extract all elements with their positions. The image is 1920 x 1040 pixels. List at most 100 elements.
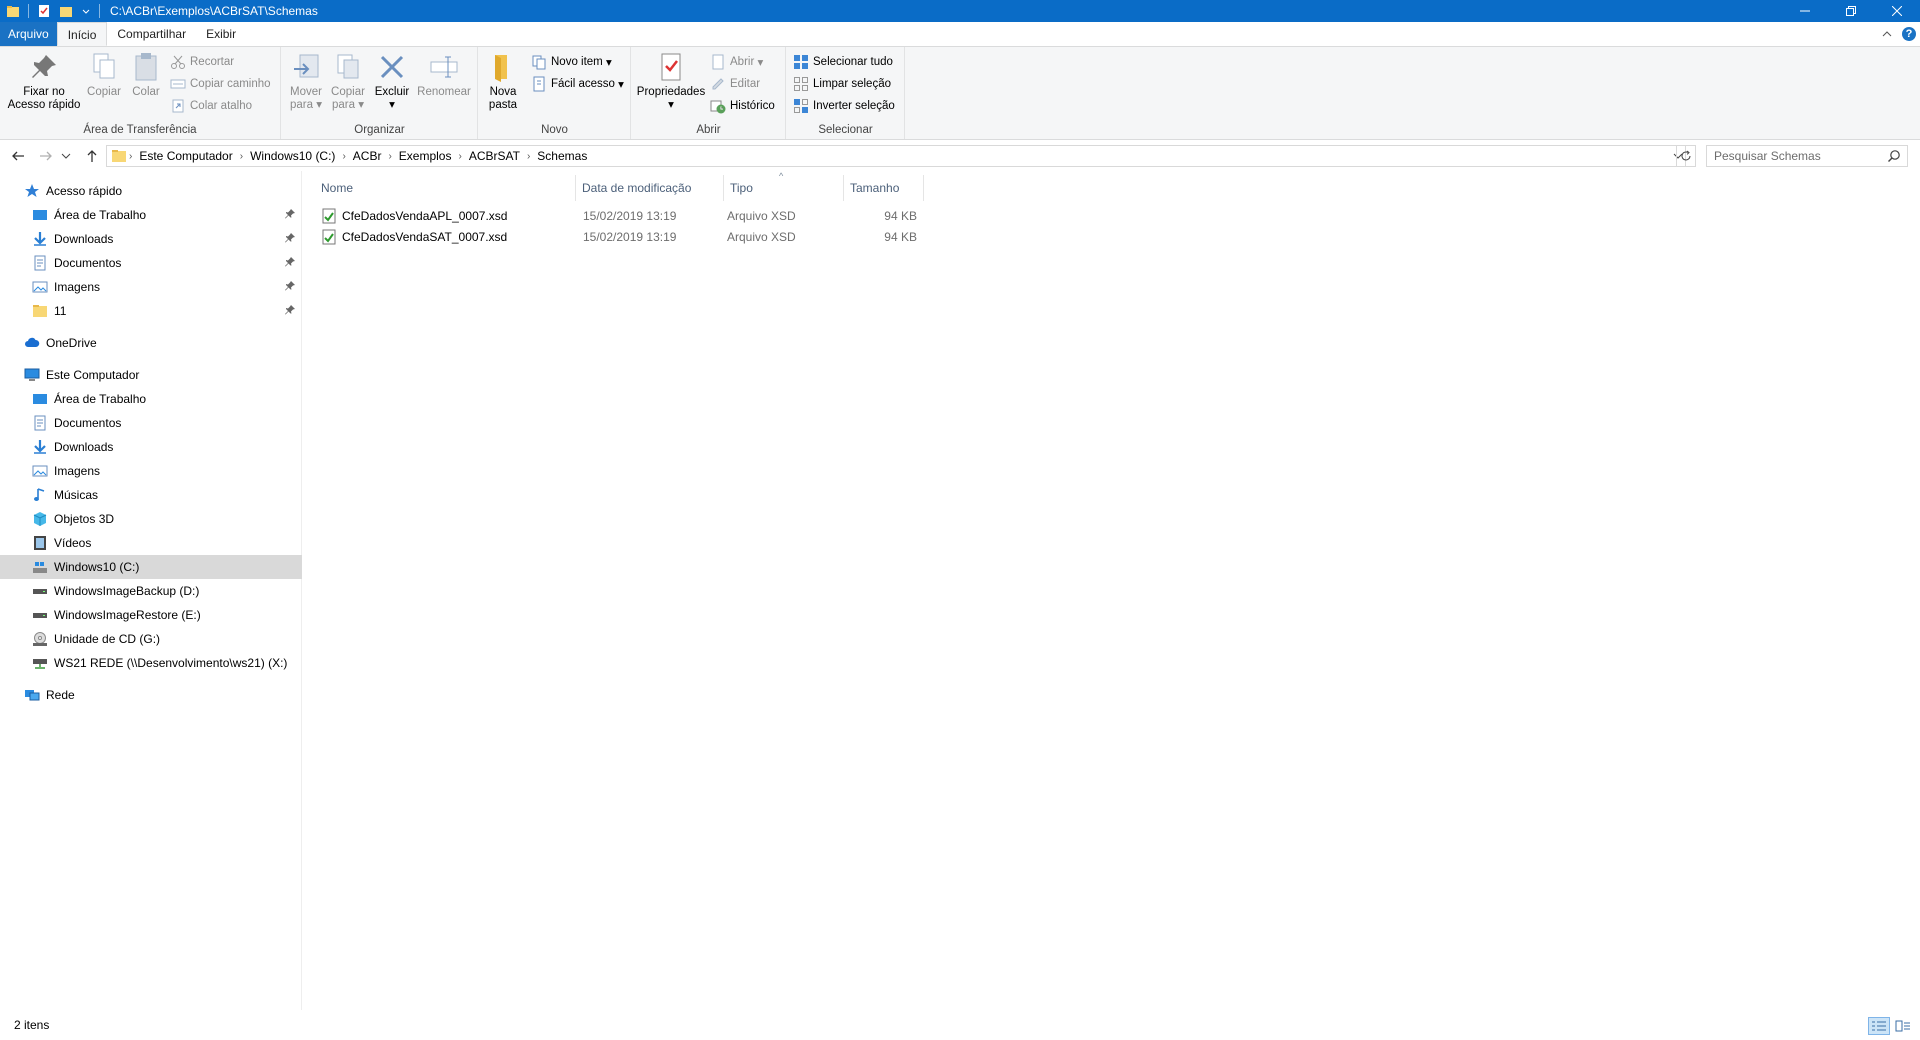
- history-button[interactable]: Histórico: [710, 96, 775, 116]
- tree-pc-downloads[interactable]: Downloads: [0, 435, 302, 459]
- paste-label: Colar: [132, 86, 160, 98]
- breadcrumb-drive-c[interactable]: Windows10 (C:): [245, 149, 340, 163]
- breadcrumb-acbrsat[interactable]: ACBrSAT: [464, 149, 525, 163]
- tree-quick-folder-11[interactable]: 11: [0, 299, 302, 323]
- tree-network[interactable]: Rede: [0, 683, 302, 707]
- pin-icon: [32, 55, 56, 78]
- pin-label-2: Acesso rápido: [7, 99, 81, 111]
- tree-pc-music[interactable]: Músicas: [0, 483, 302, 507]
- forward-button[interactable]: [36, 146, 56, 166]
- breadcrumb-chevron-icon[interactable]: ›: [127, 151, 134, 162]
- file-row[interactable]: CfeDadosVendaSAT_0007.xsd 15/02/2019 13:…: [317, 227, 1217, 247]
- search-input[interactable]: Pesquisar Schemas: [1706, 145, 1908, 167]
- close-button[interactable]: [1874, 0, 1920, 22]
- breadcrumb-chevron-icon[interactable]: ›: [456, 151, 463, 162]
- delete-button[interactable]: Excluir ▾: [372, 51, 412, 112]
- tree-pc-desktop[interactable]: Área de Trabalho: [0, 387, 302, 411]
- properties-dropdown-icon[interactable]: ▾: [668, 99, 674, 112]
- copy-path-button[interactable]: Copiar caminho: [170, 74, 271, 94]
- file-row[interactable]: CfeDadosVendaAPL_0007.xsd 15/02/2019 13:…: [317, 206, 1217, 226]
- edit-button[interactable]: Editar: [710, 74, 760, 94]
- column-header-type[interactable]: Tipo: [724, 175, 844, 201]
- tree-pc-drive-d[interactable]: WindowsImageBackup (D:): [0, 579, 302, 603]
- tree-quick-desktop[interactable]: Área de Trabalho: [0, 203, 302, 227]
- minimize-button[interactable]: [1782, 0, 1828, 22]
- copy-icon: [93, 53, 115, 79]
- customize-toolbar-chevron-icon[interactable]: [81, 4, 91, 18]
- address-bar[interactable]: › Este Computador › Windows10 (C:) › ACB…: [106, 145, 1686, 167]
- up-button[interactable]: [82, 146, 102, 166]
- breadcrumb-acbr[interactable]: ACBr: [348, 149, 387, 163]
- breadcrumb-chevron-icon[interactable]: ›: [525, 151, 532, 162]
- breadcrumb-chevron-icon[interactable]: ›: [238, 151, 245, 162]
- column-header-name[interactable]: Nome: [303, 175, 576, 201]
- breadcrumb-exemplos[interactable]: Exemplos: [394, 149, 457, 163]
- easy-access-button[interactable]: Fácil acesso ▾: [531, 74, 624, 94]
- restore-button[interactable]: [1828, 0, 1874, 22]
- back-button[interactable]: [8, 146, 28, 166]
- xsd-file-icon: [322, 229, 336, 245]
- details-view-button[interactable]: [1868, 1017, 1890, 1035]
- rename-button[interactable]: Renomear: [416, 51, 472, 99]
- paste-button[interactable]: Colar: [126, 51, 166, 99]
- select-all-button[interactable]: Selecionar tudo: [793, 52, 893, 72]
- pin-quick-access-button[interactable]: Fixar no Acesso rápido: [6, 51, 82, 112]
- tree-pc-videos[interactable]: Vídeos: [0, 531, 302, 555]
- tab-share[interactable]: Compartilhar: [107, 22, 196, 46]
- breadcrumb-this-pc[interactable]: Este Computador: [134, 149, 237, 163]
- properties-icon[interactable]: [37, 4, 51, 18]
- tree-quick-documents[interactable]: Documentos: [0, 251, 302, 275]
- refresh-button[interactable]: [1676, 145, 1696, 167]
- tree-quick-access[interactable]: Acesso rápido: [0, 179, 302, 203]
- tree-pc-pictures[interactable]: Imagens: [0, 459, 302, 483]
- pin-icon[interactable]: [284, 304, 296, 316]
- breadcrumb-chevron-icon[interactable]: ›: [386, 151, 393, 162]
- copy-button[interactable]: Copiar: [84, 51, 124, 99]
- cut-label: Recortar: [190, 56, 235, 68]
- scissors-icon: [171, 55, 185, 69]
- open-button[interactable]: Abrir ▾: [710, 52, 763, 72]
- copy-to-button[interactable]: Copiar para ▾: [328, 51, 368, 112]
- tree-this-pc[interactable]: Este Computador: [0, 363, 302, 387]
- collapse-ribbon-icon[interactable]: [1882, 29, 1892, 39]
- cut-button[interactable]: Recortar: [170, 52, 234, 72]
- new-folder-icon[interactable]: [59, 4, 73, 18]
- tab-home[interactable]: Início: [56, 22, 108, 46]
- large-icons-view-icon: [1895, 1020, 1910, 1032]
- cloud-icon: [25, 337, 40, 347]
- search-icon: [1888, 150, 1900, 162]
- tree-pc-drive-c[interactable]: Windows10 (C:): [0, 555, 302, 579]
- file-date: 15/02/2019 13:19: [583, 209, 677, 223]
- tree-quick-pictures[interactable]: Imagens: [0, 275, 302, 299]
- pin-icon[interactable]: [284, 280, 296, 292]
- new-folder-button[interactable]: Nova pasta: [483, 51, 523, 112]
- group-label-organize: Organizar: [354, 124, 405, 136]
- properties-button[interactable]: Propriedades ▾: [636, 51, 706, 112]
- select-none-button[interactable]: Limpar seleção: [793, 74, 891, 94]
- tree-pc-documents[interactable]: Documentos: [0, 411, 302, 435]
- cube-icon: [33, 512, 47, 526]
- help-icon[interactable]: ?: [1902, 27, 1916, 41]
- tree-quick-downloads[interactable]: Downloads: [0, 227, 302, 251]
- invert-selection-button[interactable]: Inverter seleção: [793, 96, 895, 116]
- pin-icon[interactable]: [284, 256, 296, 268]
- tree-pc-3d-objects[interactable]: Objetos 3D: [0, 507, 302, 531]
- pin-icon[interactable]: [284, 232, 296, 244]
- tree-pc-drive-g[interactable]: Unidade de CD (G:): [0, 627, 302, 651]
- delete-dropdown-icon[interactable]: ▾: [389, 99, 395, 112]
- tab-view[interactable]: Exibir: [196, 22, 246, 46]
- move-to-button[interactable]: Mover para ▾: [286, 51, 326, 112]
- tree-pc-drive-x[interactable]: WS21 REDE (\\Desenvolvimento\ws21) (X:): [0, 651, 302, 675]
- column-header-date[interactable]: Data de modificação: [576, 175, 724, 201]
- tree-pc-drive-e[interactable]: WindowsImageRestore (E:): [0, 603, 302, 627]
- large-icons-view-button[interactable]: [1892, 1017, 1914, 1035]
- breadcrumb-chevron-icon[interactable]: ›: [340, 151, 347, 162]
- new-item-button[interactable]: Novo item ▾: [531, 52, 612, 72]
- tab-file[interactable]: Arquivo: [0, 22, 57, 46]
- column-header-size[interactable]: Tamanho: [844, 175, 924, 201]
- recent-locations-button[interactable]: [60, 146, 72, 166]
- tree-onedrive[interactable]: OneDrive: [0, 331, 302, 355]
- pin-icon[interactable]: [284, 208, 296, 220]
- paste-shortcut-button[interactable]: Colar atalho: [170, 96, 252, 116]
- breadcrumb-schemas[interactable]: Schemas: [532, 149, 592, 163]
